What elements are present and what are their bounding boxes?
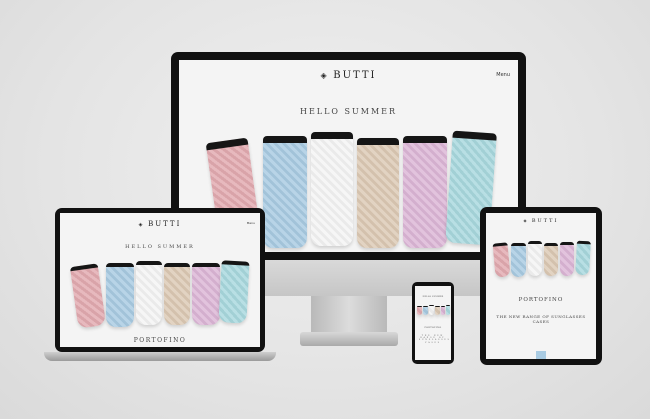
case-cap (576, 240, 591, 245)
case-cap (192, 263, 220, 267)
product-thumbnail (536, 351, 546, 359)
section-title: PORTOFINO (424, 326, 442, 329)
product-case (218, 260, 250, 324)
product-case (263, 136, 307, 248)
product-case (560, 242, 574, 276)
case-cap (221, 260, 250, 266)
case-cap (435, 306, 440, 307)
phone-screen: HELLO SUMMER PORTOFINO THE NEW RANGE OF … (415, 286, 451, 360)
case-cap (452, 130, 497, 141)
product-case (192, 263, 220, 325)
laptop-base (44, 352, 276, 361)
product-case (435, 306, 440, 315)
product-case (441, 306, 445, 315)
monitor-stand-base (300, 332, 398, 346)
case-cap (446, 305, 450, 306)
product-case (403, 136, 447, 248)
case-cap (560, 242, 574, 245)
case-cap (136, 261, 162, 265)
product-case (311, 132, 353, 246)
case-cap (528, 241, 542, 244)
case-cap (417, 306, 422, 307)
case-cap (106, 263, 134, 267)
section-subtitle: THE NEW RANGE OF SUNGLASSES CASES (496, 314, 586, 324)
laptop-lid: ◈ BUTTI Menu HELLO SUMMER PORTOFINO (55, 208, 265, 352)
case-cap (357, 138, 399, 145)
product-case (429, 305, 434, 315)
phone-frame: HELLO SUMMER PORTOFINO THE NEW RANGE OF … (412, 282, 454, 364)
case-cap (429, 305, 434, 306)
product-case (511, 243, 526, 277)
tablet-screen: ◈ BUTTI PORTOFINO THE NEW RANGE OF SUNGL… (486, 213, 596, 359)
product-case (575, 240, 591, 276)
product-case (423, 306, 428, 315)
product-gallery (415, 286, 451, 360)
case-cap (403, 136, 447, 143)
product-case (106, 263, 134, 327)
case-cap (69, 263, 99, 272)
product-case (136, 261, 162, 325)
monitor-stand-neck (311, 296, 387, 332)
case-cap (511, 243, 526, 246)
product-case (446, 305, 450, 315)
tablet-frame: ◈ BUTTI PORTOFINO THE NEW RANGE OF SUNGL… (480, 207, 602, 365)
section-title: PORTOFINO (518, 297, 564, 303)
section-subtitle: THE NEW RANGE OF SUNGLASSES CASES (419, 336, 451, 344)
product-case (164, 263, 190, 325)
case-cap (164, 263, 190, 267)
case-cap (492, 242, 508, 247)
laptop-screen: ◈ BUTTI Menu HELLO SUMMER PORTOFINO (60, 213, 260, 347)
case-cap (441, 306, 445, 307)
product-case (417, 306, 422, 315)
case-cap (544, 243, 558, 246)
product-case (357, 138, 399, 248)
section-title: PORTOFINO (133, 337, 187, 344)
product-case (544, 243, 558, 276)
product-gallery (60, 213, 260, 347)
product-gallery (486, 213, 596, 359)
case-cap (205, 137, 249, 151)
case-cap (423, 306, 428, 307)
product-case (492, 242, 511, 278)
case-cap (311, 132, 353, 139)
product-case (69, 263, 107, 329)
case-cap (263, 136, 307, 143)
product-case (528, 241, 542, 276)
